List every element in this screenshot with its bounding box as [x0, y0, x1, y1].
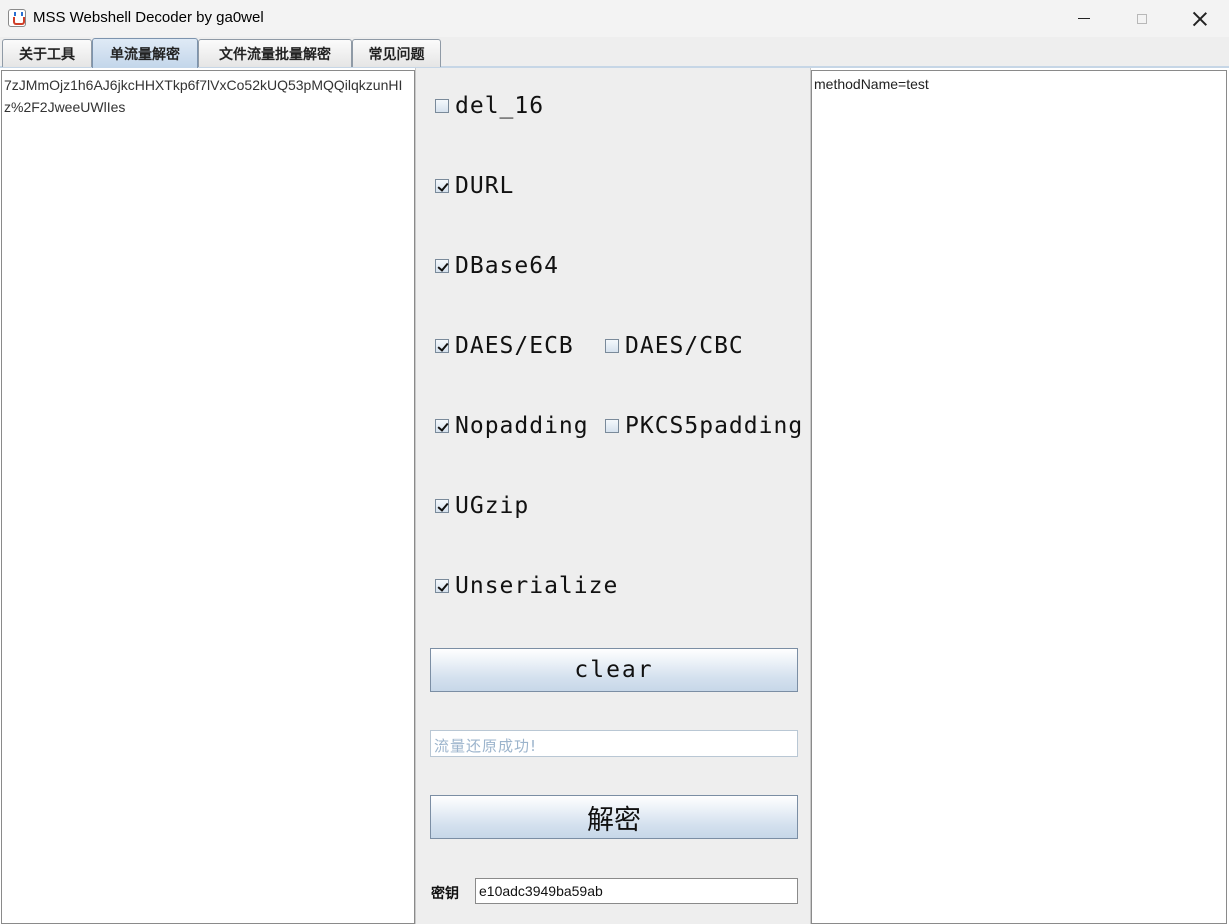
option-durl-label: DURL: [455, 173, 515, 199]
tab-bar: 关于工具 单流量解密 文件流量批量解密 常见问题: [0, 37, 1229, 68]
tab-faq[interactable]: 常见问题: [352, 39, 441, 67]
key-label: 密钥: [431, 886, 459, 902]
tab-about-tool[interactable]: 关于工具: [2, 39, 92, 67]
checkbox-daes-cbc[interactable]: [605, 339, 619, 353]
checkbox-pkcs5padding[interactable]: [605, 419, 619, 433]
option-unserialize[interactable]: Unserialize: [435, 573, 618, 599]
option-ugzip-label: UGzip: [455, 493, 530, 519]
status-field: 流量还原成功!: [430, 730, 798, 757]
options-panel: del_16 DURL DBase64 DAES/ECB DAES/CBC No…: [415, 68, 811, 924]
clear-button[interactable]: clear: [430, 648, 798, 692]
checkbox-dbase64[interactable]: [435, 259, 449, 273]
maximize-button[interactable]: [1113, 0, 1171, 37]
maximize-icon: [1137, 13, 1147, 24]
option-daes-cbc-label: DAES/CBC: [625, 333, 744, 359]
option-ugzip[interactable]: UGzip: [435, 493, 529, 519]
input-textarea[interactable]: 7zJMmOjz1h6AJ6jkcHHXTkp6f7lVxCo52kUQ53pM…: [1, 70, 415, 924]
checkbox-durl[interactable]: [435, 179, 449, 193]
option-dbase64[interactable]: DBase64: [435, 253, 559, 279]
option-daes-ecb[interactable]: DAES/ECB: [435, 333, 574, 359]
java-app-icon: [8, 9, 26, 27]
window-title: MSS Webshell Decoder by ga0wel: [33, 9, 264, 26]
tab-single-traffic-decrypt[interactable]: 单流量解密: [92, 38, 198, 68]
option-dbase64-label: DBase64: [455, 253, 559, 279]
key-input[interactable]: e10adc3949ba59ab: [475, 878, 798, 904]
checkbox-unserialize[interactable]: [435, 579, 449, 593]
output-textarea[interactable]: methodName=test: [811, 70, 1227, 924]
checkbox-ugzip[interactable]: [435, 499, 449, 513]
option-nopadding[interactable]: Nopadding: [435, 413, 589, 439]
option-durl[interactable]: DURL: [435, 173, 514, 199]
option-unserialize-label: Unserialize: [455, 573, 619, 599]
close-button[interactable]: [1171, 0, 1229, 37]
close-icon: [1193, 12, 1207, 26]
checkbox-del16[interactable]: [435, 99, 449, 113]
minimize-button[interactable]: [1055, 0, 1113, 37]
option-del16[interactable]: del_16: [435, 93, 544, 119]
checkbox-nopadding[interactable]: [435, 419, 449, 433]
option-del16-label: del_16: [455, 93, 545, 119]
checkbox-daes-ecb[interactable]: [435, 339, 449, 353]
minimize-icon: [1078, 18, 1090, 19]
option-daes-ecb-label: DAES/ECB: [455, 333, 574, 359]
option-pkcs5padding[interactable]: PKCS5padding: [605, 413, 803, 439]
decrypt-button[interactable]: 解密: [430, 795, 798, 839]
title-bar: MSS Webshell Decoder by ga0wel: [0, 0, 1229, 37]
option-pkcs5padding-label: PKCS5padding: [625, 413, 804, 439]
option-daes-cbc[interactable]: DAES/CBC: [605, 333, 744, 359]
tab-file-batch-decrypt[interactable]: 文件流量批量解密: [198, 39, 352, 67]
option-nopadding-label: Nopadding: [455, 413, 589, 439]
